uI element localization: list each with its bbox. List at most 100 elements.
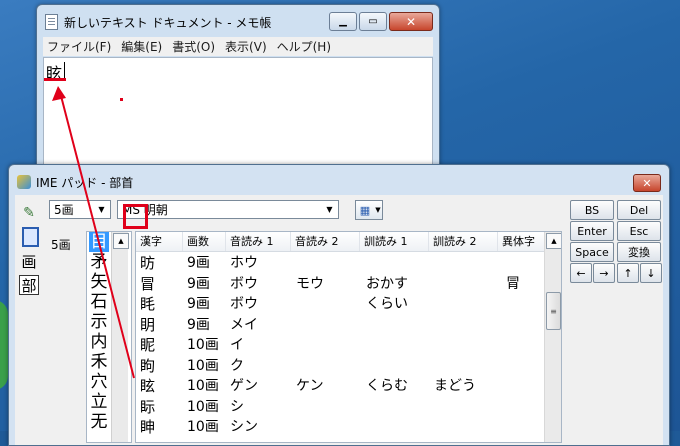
cell-kanji: 眒 bbox=[140, 418, 156, 436]
radical-item[interactable]: 矛 bbox=[89, 252, 109, 272]
menu-edit[interactable]: 編集(E) bbox=[117, 38, 168, 55]
radical-item[interactable]: 立 bbox=[89, 392, 109, 412]
table-row[interactable]: 眎 10画シ bbox=[136, 397, 546, 418]
book-icon bbox=[22, 227, 39, 247]
table-scrollbar[interactable]: ▲ ≡ bbox=[544, 232, 561, 442]
table-row[interactable]: 冒 9画 ボウ モウ おかす 冐 bbox=[136, 274, 546, 295]
down-arrow-key[interactable]: ↓ bbox=[640, 263, 662, 283]
up-arrow-key[interactable]: ↑ bbox=[617, 263, 639, 283]
notepad-window: 新しいテキスト ドキュメント - メモ帳 ▁ ▭ ✕ ファイル(F) 編集(E)… bbox=[36, 4, 440, 181]
radical-item[interactable]: 矢 bbox=[89, 272, 109, 292]
enter-key[interactable]: Enter bbox=[570, 221, 614, 241]
table-row[interactable]: 眊 9画 ボウ くらい bbox=[136, 294, 546, 315]
radical-item[interactable]: 无 bbox=[89, 412, 109, 432]
cell-on1: シン bbox=[230, 419, 258, 435]
radical-mode-icon[interactable]: 部 bbox=[19, 275, 39, 295]
scroll-thumb[interactable]: ≡ bbox=[546, 292, 561, 330]
notepad-text-area[interactable]: 眩 bbox=[43, 57, 433, 180]
stroke-count-value: 5画 bbox=[54, 203, 74, 217]
scroll-up-icon[interactable]: ▲ bbox=[113, 233, 129, 249]
stroke-count-select[interactable]: 5画 ▼ bbox=[49, 200, 111, 219]
radical-item[interactable]: 石 bbox=[89, 292, 109, 312]
desktop-decoration bbox=[0, 300, 8, 390]
cell-strokes: 9画 bbox=[187, 316, 210, 333]
scroll-up-icon[interactable]: ▲ bbox=[546, 233, 561, 249]
ime-close-button[interactable]: ✕ bbox=[633, 174, 661, 192]
menu-format[interactable]: 書式(O) bbox=[168, 38, 221, 55]
esc-key[interactable]: Esc bbox=[617, 221, 661, 241]
chevron-down-icon: ▼ bbox=[326, 204, 333, 214]
maximize-icon: ▭ bbox=[368, 16, 378, 27]
annotation-dot bbox=[120, 98, 123, 101]
character-list-mode-button[interactable] bbox=[19, 227, 39, 247]
right-arrow-key[interactable]: → bbox=[593, 263, 615, 283]
radical-item[interactable]: 示 bbox=[89, 312, 109, 332]
menu-file[interactable]: ファイル(F) bbox=[43, 38, 117, 55]
ime-pad-titlebar[interactable]: IME パッド - 部首 bbox=[17, 173, 133, 191]
cell-on2: モウ bbox=[296, 275, 324, 292]
radical-item[interactable]: 禾 bbox=[89, 352, 109, 372]
cell-on1: ゲン bbox=[230, 378, 258, 394]
ime-logo-icon bbox=[17, 175, 31, 189]
column-header[interactable]: 訓読み 1 bbox=[360, 232, 429, 251]
handwriting-mode-icon[interactable]: ✎ bbox=[19, 203, 39, 223]
radical-item[interactable]: 目 bbox=[89, 232, 109, 252]
column-header[interactable]: 画数 bbox=[183, 232, 226, 251]
table-row[interactable]: 眗 10画ク bbox=[136, 356, 546, 377]
chevron-down-icon: ▼ bbox=[375, 206, 381, 214]
cell-kanji: 眀 bbox=[140, 315, 156, 334]
table-row[interactable]: 眀 9画 メイ bbox=[136, 315, 546, 336]
stroke-count-mode-icon[interactable]: 画 bbox=[19, 251, 39, 271]
minimize-button[interactable]: ▁ bbox=[329, 12, 357, 31]
table-body: 昉 9画 ホウ冒 9画 ボウ モウ おかす冐眊 9画 ボウ くらい眀 9画 メイ眤 10画イ眗 10画ク眩… bbox=[136, 253, 546, 438]
menu-view[interactable]: 表示(V) bbox=[221, 38, 273, 55]
close-button[interactable]: ✕ bbox=[389, 12, 433, 31]
radical-scrollbar[interactable]: ▲ bbox=[111, 232, 129, 442]
cell-kanji: 眗 bbox=[140, 356, 156, 375]
cell-strokes: 10画 bbox=[187, 337, 219, 353]
view-toggle-button[interactable]: ▦ bbox=[355, 200, 375, 220]
view-grid-icon: ▦ bbox=[359, 203, 371, 217]
table-row[interactable]: 昉 9画 ホウ bbox=[136, 253, 546, 274]
menu-help[interactable]: ヘルプ(H) bbox=[273, 38, 337, 55]
radical-item[interactable]: 穴 bbox=[89, 372, 109, 392]
del-key[interactable]: Del bbox=[617, 200, 661, 220]
column-header[interactable]: 音読み 1 bbox=[226, 232, 291, 251]
notepad-titlebar[interactable]: 新しいテキスト ドキュメント - メモ帳 bbox=[45, 13, 271, 31]
radical-item[interactable]: 内 bbox=[89, 332, 109, 352]
bs-key[interactable]: BS bbox=[570, 200, 614, 220]
text-caret bbox=[64, 62, 65, 78]
space-key[interactable]: Space bbox=[570, 242, 614, 262]
column-header[interactable]: 訓読み 2 bbox=[429, 232, 498, 251]
cell-on1: シ bbox=[230, 398, 244, 415]
cell-variant: 冐 bbox=[506, 275, 520, 292]
minimize-icon: ▁ bbox=[339, 16, 347, 27]
left-arrow-key[interactable]: ← bbox=[570, 263, 592, 283]
chevron-down-icon: ▼ bbox=[98, 204, 105, 214]
view-dropdown-button[interactable]: ▼ bbox=[374, 200, 383, 220]
maximize-button[interactable]: ▭ bbox=[359, 12, 387, 31]
kanji-table: 漢字 画数 音読み 1 音読み 2 訓読み 1 訓読み 2 異体字 昉 9画 ホウ冒… bbox=[135, 231, 562, 443]
table-row[interactable]: 眩 10画 ゲン ケン くらむ まどう bbox=[136, 376, 546, 397]
table-header: 漢字 画数 音読み 1 音読み 2 訓読み 1 訓読み 2 異体字 bbox=[136, 232, 561, 252]
cell-strokes: 9画 bbox=[187, 296, 210, 312]
convert-key[interactable]: 変換 bbox=[617, 242, 661, 262]
cell-on1: メイ bbox=[230, 316, 258, 333]
radical-list: 目 矛 矢 石 示 内 禾 穴 立 无 ▲ bbox=[86, 231, 132, 443]
font-select[interactable]: MS 明朝 ▼ bbox=[117, 200, 339, 219]
table-row[interactable]: 眒 10画 シン bbox=[136, 417, 546, 438]
cell-kanji: 眎 bbox=[140, 397, 156, 416]
cell-strokes: 9画 bbox=[187, 275, 210, 292]
radical-stroke-label: 5画 bbox=[51, 238, 71, 252]
column-header[interactable]: 漢字 bbox=[136, 232, 183, 251]
cell-strokes: 10画 bbox=[187, 378, 219, 394]
table-row[interactable]: 眤 10画イ bbox=[136, 335, 546, 356]
annotation-highlight-box bbox=[123, 204, 148, 229]
column-header[interactable]: 音読み 2 bbox=[291, 232, 360, 251]
cell-kanji: 昉 bbox=[140, 254, 156, 272]
ime-pad-window: IME パッド - 部首 ✕ ✎ 画 部 5画 ▼ MS 明朝 ▼ ▦ ▼ 5画… bbox=[8, 164, 670, 446]
cell-on2: ケン bbox=[296, 378, 324, 394]
cell-on1: ボウ bbox=[230, 275, 258, 292]
cell-kun1: くらい bbox=[366, 296, 408, 312]
annotation-underline bbox=[44, 78, 66, 81]
